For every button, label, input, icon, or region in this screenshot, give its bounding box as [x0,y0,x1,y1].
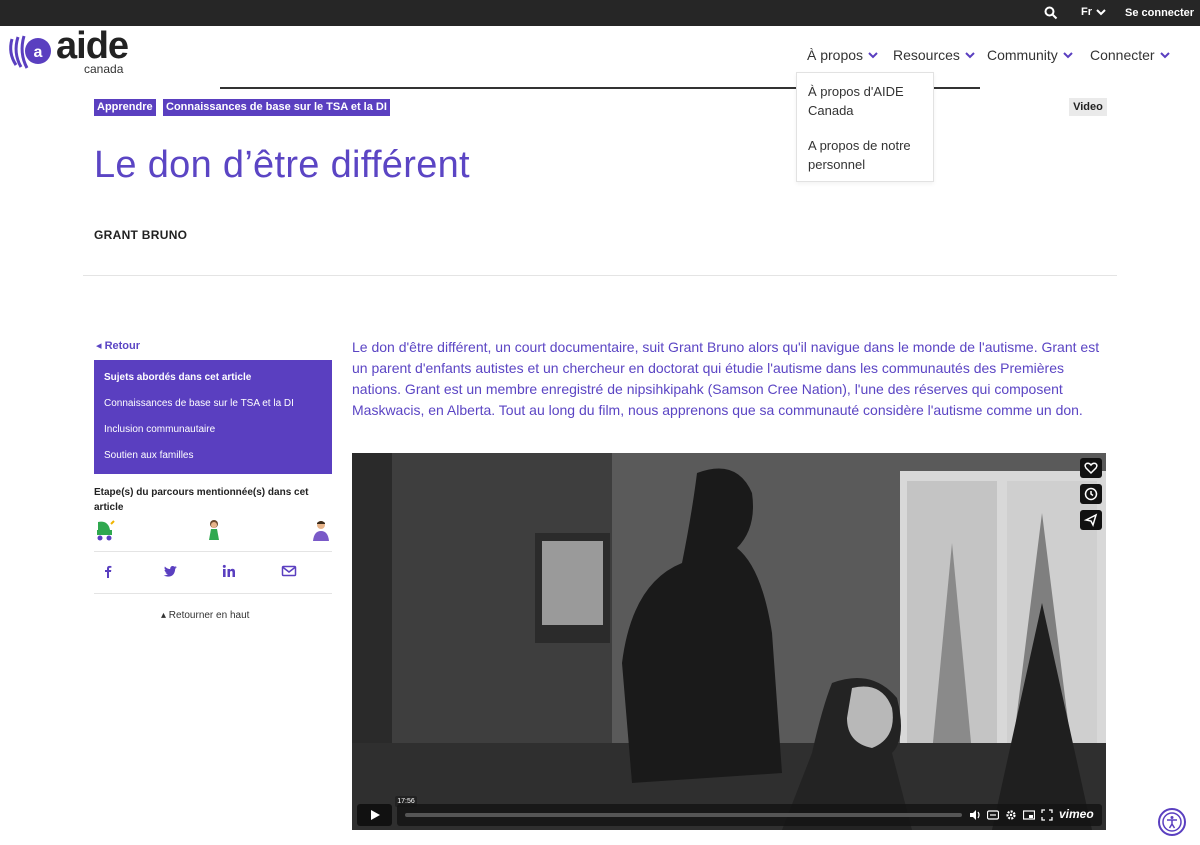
play-icon [371,810,380,820]
topic-link[interactable]: Connaissances de base sur le TSA et la D… [104,398,294,409]
nav-label: Community [987,47,1058,63]
clock-icon [1084,487,1098,501]
like-button[interactable] [1080,458,1102,478]
child-girl-icon[interactable] [203,518,225,542]
video-frame-image [352,453,1106,830]
heart-icon [1084,462,1098,475]
chevron-down-icon [1096,9,1106,16]
twitter-icon[interactable] [162,563,178,579]
nav-label: Resources [893,47,960,63]
video-control-bar: vimeo [397,804,1102,826]
header-divider [83,275,1117,276]
page-title: Le don d’être différent [94,144,470,186]
article-author: GRANT BRUNO [94,228,188,242]
chevron-down-icon [868,52,878,59]
chevron-down-icon [965,52,975,59]
tag-apprendre[interactable]: Apprendre [94,99,156,116]
article-intro: Le don d'être différent, un court docume… [352,339,1100,418]
topic-link[interactable]: Inclusion communautaire [104,424,215,435]
share-divider-top [94,551,332,552]
video-player[interactable] [352,453,1106,830]
watch-later-button[interactable] [1080,484,1102,504]
nav-resources[interactable]: Resources [893,47,975,63]
search-icon[interactable] [1044,6,1058,20]
picture-in-picture-icon[interactable] [1023,809,1035,821]
volume-icon[interactable] [969,809,981,821]
topics-box: Sujets abordés dans cet article Connaiss… [94,360,332,474]
apropos-dropdown: À propos d'AIDE Canada A propos de notre… [796,72,934,182]
settings-gear-icon[interactable] [1005,809,1017,821]
fullscreen-icon[interactable] [1041,809,1053,821]
language-label: Fr [1081,6,1092,18]
accessibility-icon [1162,812,1182,832]
adult-person-icon[interactable] [310,518,332,542]
video-controls: vimeo [357,804,1102,826]
top-bar: Fr Se connecter [0,0,1200,26]
nav-apropos[interactable]: À propos [807,47,878,63]
nav-community[interactable]: Community [987,47,1073,63]
logo-mark-icon: a [9,35,51,69]
steps-heading: Etape(s) du parcours mentionnée(s) dans … [94,487,309,513]
dropdown-item-about-aide[interactable]: À propos d'AIDE Canada [808,82,928,120]
share-divider-bottom [94,593,332,594]
content-type-badge: Video [1069,98,1107,116]
logo-sub: canada [84,62,124,76]
dropdown-item-about-staff[interactable]: A propos de notre personnel [808,136,928,174]
topics-heading: Sujets abordés dans cet article [104,372,252,383]
email-icon[interactable] [281,563,297,579]
nav-connecter[interactable]: Connecter [1090,47,1170,63]
login-link[interactable]: Se connecter [1125,7,1194,19]
stroller-icon[interactable] [94,518,116,542]
back-link[interactable]: ◂ Retour [96,339,140,352]
captions-icon[interactable] [987,809,999,821]
progress-track[interactable] [405,813,962,817]
tag-connaissances[interactable]: Connaissances de base sur le TSA et la D… [163,99,390,116]
vimeo-logo[interactable]: vimeo [1059,807,1094,821]
play-button[interactable] [357,804,392,826]
nav-label: À propos [807,47,864,63]
facebook-icon[interactable] [100,563,116,579]
chevron-down-icon [1159,52,1170,59]
back-to-top-link[interactable]: ▴ Retourner en haut [161,610,249,621]
accessibility-button[interactable] [1158,808,1186,836]
send-icon [1083,513,1098,528]
aide-canada-logo[interactable]: a aide canada [6,25,146,77]
svg-text:a: a [34,44,43,61]
nav-label: Connecter [1090,47,1155,63]
linkedin-icon[interactable] [221,563,237,579]
share-video-button[interactable] [1080,510,1102,530]
topic-link[interactable]: Soutien aux familles [104,450,194,461]
chevron-down-icon [1063,52,1073,59]
language-selector[interactable]: Fr [1081,6,1106,18]
